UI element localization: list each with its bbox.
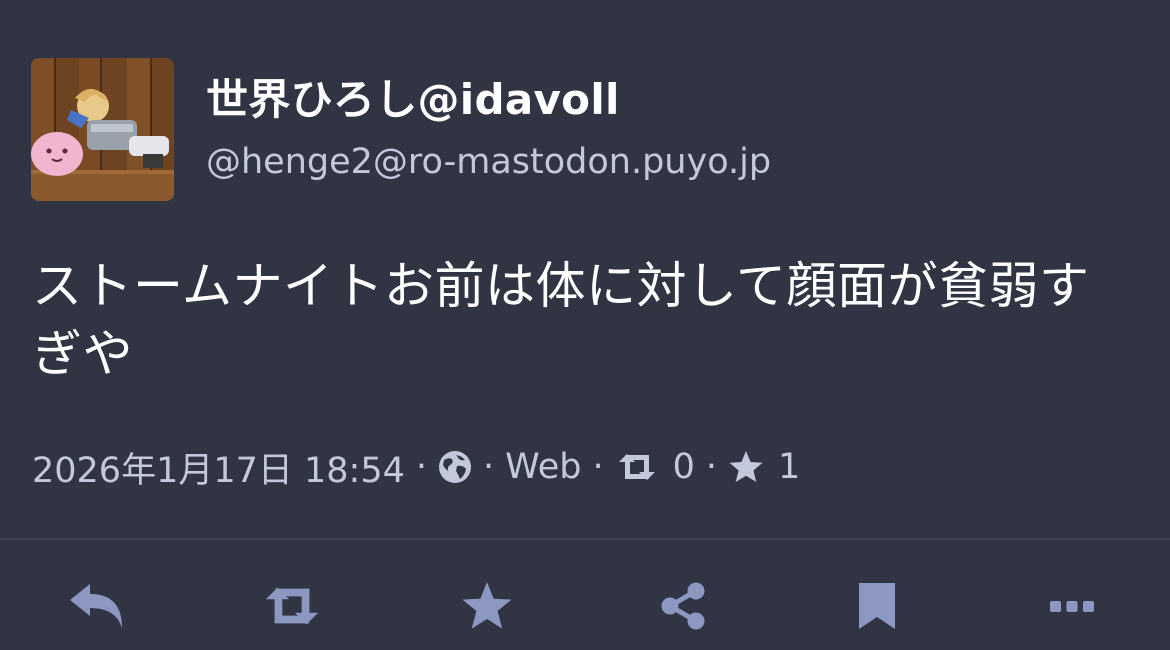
avatar[interactable] [31, 58, 174, 201]
separator: · [483, 447, 495, 487]
reply-icon [70, 584, 122, 628]
separator: · [415, 447, 428, 487]
status-detail: 世界ひろし@idavoll @henge2@ro-mastodon.puyo.j… [0, 0, 1170, 650]
star-icon [728, 450, 764, 484]
favourites-count[interactable]: 1 [778, 447, 800, 487]
status-content: ストームナイトお前は体に対して顔面が貧弱すぎや [32, 257, 1090, 383]
separator: · [592, 447, 604, 487]
share-icon [661, 582, 705, 630]
status-meta: 2026年1月17日 18:54 · · Web · 0 · 1 [32, 442, 800, 493]
avatar-image [31, 58, 174, 201]
action-bar [0, 540, 1170, 650]
reply-button[interactable] [67, 576, 127, 636]
bookmark-icon [859, 583, 895, 629]
separator: · [705, 447, 718, 487]
favourite-button[interactable] [457, 576, 517, 636]
retweet-icon [615, 452, 659, 482]
retweet-icon [265, 587, 319, 625]
more-button[interactable] [1042, 576, 1102, 636]
share-button[interactable] [653, 576, 713, 636]
display-name[interactable]: 世界ひろし@idavoll [206, 66, 620, 127]
timestamp[interactable]: 2026年1月17日 18:54 [32, 442, 405, 493]
star-icon [462, 582, 512, 629]
reblogs-count[interactable]: 0 [673, 447, 695, 487]
boost-button[interactable] [262, 576, 322, 636]
more-icon [1050, 601, 1094, 612]
account-handle[interactable]: @henge2@ro-mastodon.puyo.jp [206, 142, 771, 182]
bookmark-button[interactable] [847, 576, 907, 636]
globe-icon [438, 450, 472, 484]
application-name: Web [505, 447, 582, 487]
